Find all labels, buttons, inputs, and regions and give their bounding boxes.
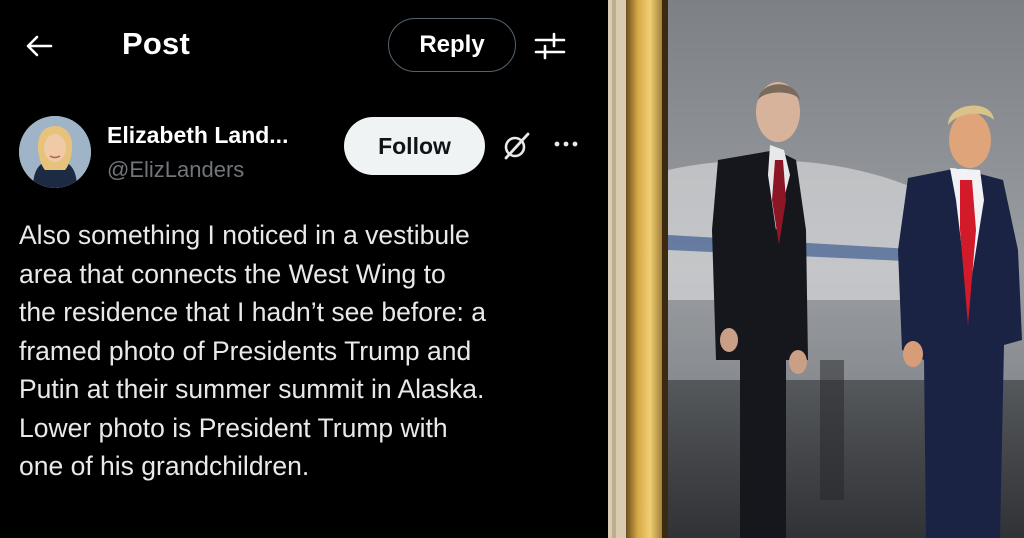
follow-button[interactable]: Follow	[344, 117, 485, 175]
more-dots-icon	[554, 141, 578, 147]
avatar[interactable]	[19, 116, 91, 188]
post-text-line: the residence that I hadn’t see before: …	[19, 297, 487, 327]
grok-button[interactable]	[498, 128, 534, 164]
post-text-line: Lower photo is President Trump with	[19, 412, 448, 443]
post-text-line: Also something I noticed in a vestibule	[19, 220, 470, 250]
author-name[interactable]: Elizabeth Land...	[107, 122, 288, 149]
post-text-line: one of his grandchildren.	[19, 451, 310, 481]
grok-icon	[504, 132, 530, 160]
sliders-icon	[534, 32, 566, 60]
post-text-line: Putin at their summer summit in Alaska.	[19, 374, 485, 404]
back-button[interactable]	[22, 26, 56, 66]
framed-photo	[608, 0, 1024, 538]
post-panel: Post Reply Elizabeth Land... @ElizLander…	[0, 0, 608, 538]
more-options-button[interactable]	[552, 134, 580, 154]
post-body: Also something I noticed in a vestibule …	[19, 216, 604, 486]
post-text-line: framed photo of Presidents Trump and	[19, 335, 472, 366]
avatar-image	[19, 116, 91, 188]
reply-button[interactable]: Reply	[388, 18, 516, 72]
post-text-line: area that connects the West Wing to	[19, 258, 446, 289]
author-handle[interactable]: @ElizLanders	[107, 157, 244, 183]
page-title: Post	[122, 26, 190, 61]
framed-photo-image	[608, 0, 1024, 538]
arrow-left-icon	[26, 35, 53, 57]
reply-settings-button[interactable]	[532, 28, 568, 64]
